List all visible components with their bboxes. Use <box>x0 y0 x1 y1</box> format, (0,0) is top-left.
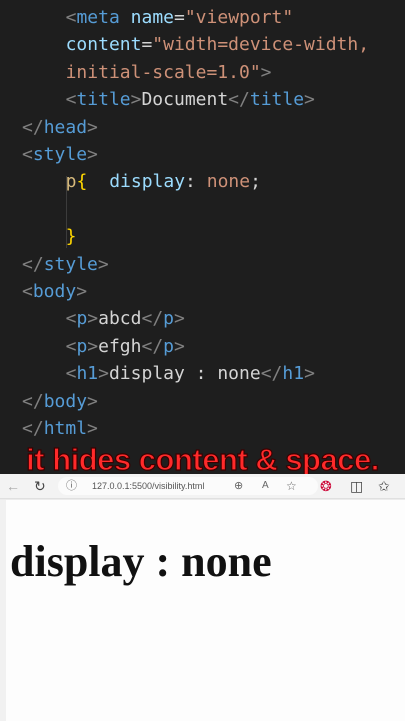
code-editor[interactable]: <meta name="viewport" content="width=devi… <box>0 0 405 445</box>
code-token: < <box>65 308 77 330</box>
code-line[interactable]: </head> <box>22 114 98 141</box>
code-token: display <box>109 171 186 193</box>
code-token: > <box>98 363 109 385</box>
code-line[interactable]: <body> <box>22 278 87 305</box>
code-line[interactable]: </style> <box>22 251 109 278</box>
code-token: p <box>65 171 77 193</box>
code-line[interactable]: content="width=device-width, <box>66 31 369 58</box>
code-line[interactable]: } <box>66 223 77 250</box>
browser-window: ← ↻ ⓘ 127.0.0.1:5500/visibility.html ⊕ A… <box>0 474 405 721</box>
code-token: > <box>130 89 142 111</box>
code-token: title <box>249 89 305 111</box>
code-line[interactable]: <p>abcd</p> <box>66 305 185 332</box>
code-token: </ <box>22 253 44 275</box>
code-token: body <box>32 281 77 302</box>
code-token: < <box>22 281 33 302</box>
code-token: style <box>43 253 98 275</box>
code-token: content <box>65 34 142 56</box>
page-heading: display : none <box>10 537 272 586</box>
back-arrow-icon[interactable]: ← <box>6 476 20 496</box>
code-token: h1 <box>76 363 99 385</box>
code-line[interactable]: initial-scale=1.0"> <box>66 59 272 86</box>
url-text[interactable]: 127.0.0.1:5500/visibility.html <box>92 477 204 495</box>
code-token: > <box>304 363 315 385</box>
extensions-icon[interactable]: ❂ <box>320 476 332 496</box>
code-token: "width=device-width, <box>152 34 370 56</box>
browser-toolbar: ← ↻ ⓘ 127.0.0.1:5500/visibility.html ⊕ A… <box>0 474 405 499</box>
info-icon[interactable]: ⓘ <box>66 477 77 495</box>
code-token: h1 <box>282 363 305 385</box>
code-token: > <box>260 61 272 83</box>
code-token: : <box>185 171 207 193</box>
read-aloud-icon[interactable]: A <box>262 477 269 495</box>
code-token: p <box>163 335 175 357</box>
code-token: > <box>97 253 109 275</box>
code-token: </ <box>22 390 44 412</box>
code-token: </ <box>228 89 250 111</box>
code-token: > <box>76 281 88 302</box>
code-token: > <box>87 335 99 357</box>
code-token: display : none <box>108 363 261 385</box>
code-token: </ <box>22 116 44 138</box>
caption-overlay: it hides content & space. <box>26 441 380 477</box>
code-token: p <box>163 308 175 330</box>
code-token: < <box>65 363 77 385</box>
code-token: < <box>65 89 77 111</box>
address-bar[interactable]: ⓘ 127.0.0.1:5500/visibility.html ⊕ A ☆ <box>58 477 318 495</box>
code-token: } <box>65 226 77 248</box>
code-token: efgh <box>98 335 142 357</box>
code-token: > <box>87 308 99 330</box>
code-token: p <box>76 308 88 330</box>
code-line[interactable]: <style> <box>22 141 98 168</box>
code-token: Document <box>141 89 229 111</box>
code-token: style <box>32 144 88 165</box>
code-line[interactable]: <h1>display : none</h1> <box>66 360 315 387</box>
code-token: = <box>174 7 185 28</box>
code-token: title <box>76 89 131 111</box>
code-token: p <box>76 335 88 357</box>
code-token: "viewport" <box>184 7 294 28</box>
code-token: html <box>43 418 88 439</box>
page-edge <box>0 500 6 721</box>
code-token: { <box>76 171 88 193</box>
code-token: > <box>87 418 98 439</box>
code-line[interactable]: </html> <box>22 415 98 442</box>
zoom-icon[interactable]: ⊕ <box>234 477 243 495</box>
code-line[interactable]: p{ <box>66 168 88 195</box>
code-token: < <box>65 335 77 357</box>
code-token: </ <box>141 335 164 357</box>
split-screen-icon[interactable]: ◫ <box>350 476 363 496</box>
page-viewport: display : none <box>0 499 405 721</box>
code-token: none <box>206 171 251 193</box>
code-token: > <box>174 308 185 330</box>
code-line[interactable]: <meta name="viewport" <box>66 4 294 31</box>
code-token: > <box>304 89 315 111</box>
code-token: </ <box>22 418 44 439</box>
favorites-icon[interactable]: ✩ <box>378 476 390 496</box>
favorite-star-icon[interactable]: ☆ <box>286 477 297 495</box>
code-token: initial-scale=1.0" <box>65 61 261 83</box>
code-token: < <box>22 144 33 165</box>
code-token: ; <box>250 171 261 193</box>
code-token: = <box>141 34 153 56</box>
code-token: > <box>87 116 98 138</box>
code-line[interactable]: <title>Document</title> <box>66 86 315 113</box>
code-token: body <box>43 390 88 412</box>
code-token: name <box>130 7 174 28</box>
code-token: </ <box>260 363 283 385</box>
code-token: > <box>174 335 185 357</box>
reload-icon[interactable]: ↻ <box>34 476 46 496</box>
code-token: > <box>87 390 98 412</box>
code-token: < <box>65 7 77 28</box>
code-token: </ <box>141 308 164 330</box>
code-line[interactable]: </body> <box>22 388 98 415</box>
code-line[interactable]: <p>efgh</p> <box>66 333 185 360</box>
code-line[interactable]: display: none; <box>109 168 261 195</box>
code-token: head <box>43 116 88 138</box>
code-token: > <box>87 144 98 165</box>
code-token: meta <box>76 7 120 28</box>
code-token: abcd <box>98 308 142 330</box>
